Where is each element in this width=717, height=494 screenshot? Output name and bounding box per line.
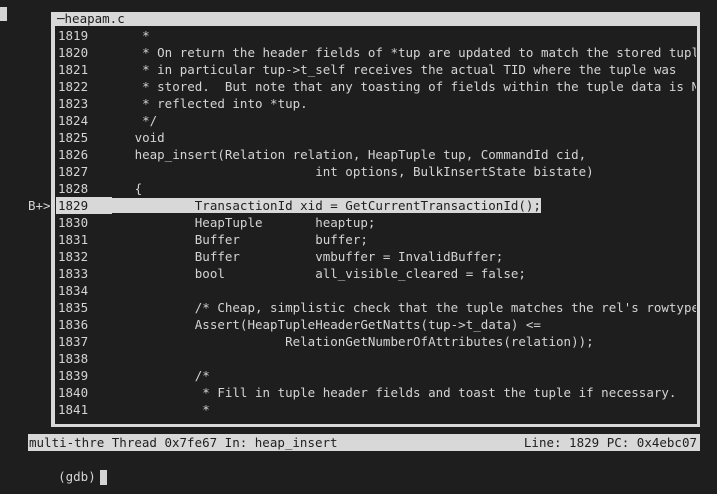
source-line[interactable]: 1819 * <box>56 27 696 44</box>
line-number: 1829 <box>56 197 112 214</box>
source-line[interactable]: 1822 * stored. But note that any toastin… <box>56 78 696 95</box>
line-code: * <box>112 28 150 43</box>
line-number: 1838 <box>58 351 89 366</box>
line-number: 1826 <box>58 147 89 162</box>
source-file-name: heapam.c <box>64 11 125 26</box>
source-line[interactable]: 1830 HeapTuple heaptup; <box>56 214 696 231</box>
line-number: 1823 <box>58 96 89 111</box>
source-line[interactable]: 1828 { <box>56 180 696 197</box>
line-number: 1820 <box>58 45 89 60</box>
line-code: * On return the header fields of *tup ar… <box>112 45 697 60</box>
line-number: 1831 <box>58 232 89 247</box>
line-number: 1824 <box>58 113 89 128</box>
line-number: 1821 <box>58 62 89 77</box>
line-number: 1836 <box>58 317 89 332</box>
line-number: 1828 <box>58 181 89 196</box>
source-line[interactable]: 1838 <box>56 350 696 367</box>
line-code: /* Cheap, simplistic check that the tupl… <box>112 300 697 315</box>
line-code: void <box>112 130 165 145</box>
source-line[interactable]: 1836 Assert(HeapTupleHeaderGetNatts(tup-… <box>56 316 696 333</box>
line-number: 1835 <box>58 300 89 315</box>
line-number: 1839 <box>58 368 89 383</box>
source-line[interactable]: 1823 * reflected into *tup. <box>56 95 696 112</box>
source-line[interactable]: 1837 RelationGetNumberOfAttributes(relat… <box>56 333 696 350</box>
line-code: Buffer buffer; <box>112 232 368 247</box>
source-window: ─heapam.c 1819 * 1820 * On return the hea… <box>51 12 700 427</box>
terminal: ─heapam.c 1819 * 1820 * On return the hea… <box>0 0 717 494</box>
line-code: heap_insert(Relation relation, HeapTuple… <box>112 147 587 162</box>
source-line[interactable]: 1824 */ <box>56 112 696 129</box>
line-number: 1833 <box>58 266 89 281</box>
title-rule: ─ <box>57 11 65 26</box>
line-code: HeapTuple heaptup; <box>112 215 376 230</box>
source-line[interactable]: 1833 bool all_visible_cleared = false; <box>56 265 696 282</box>
line-code: Assert(HeapTupleHeaderGetNatts(tup->t_da… <box>112 317 541 332</box>
gdb-command-line[interactable]: (gdb) <box>28 451 107 485</box>
line-code: * Fill in tuple header fields and toast … <box>112 385 677 400</box>
line-code: Buffer vmbuffer = InvalidBuffer; <box>112 249 504 264</box>
line-number: 1837 <box>58 334 89 349</box>
breakpoint-marker: B+> <box>28 198 51 213</box>
source-line[interactable]: 1829 TransactionId xid = GetCurrentTrans… <box>56 197 696 214</box>
line-code: * reflected into *tup. <box>112 96 308 111</box>
current-line-code: TransactionId xid = GetCurrentTransactio… <box>112 198 541 213</box>
input-cursor <box>99 470 107 485</box>
line-code: * in particular tup->t_self receives the… <box>112 62 677 77</box>
line-code: * <box>112 402 210 417</box>
source-code-pane[interactable]: 1819 * 1820 * On return the header fields… <box>55 26 697 424</box>
line-number: 1830 <box>58 215 89 230</box>
source-line[interactable]: 1827 int options, BulkInsertState bistat… <box>56 163 696 180</box>
line-code: { <box>112 181 143 196</box>
line-code: */ <box>112 113 158 128</box>
source-line[interactable]: 1826 heap_insert(Relation relation, Heap… <box>56 146 696 163</box>
status-thread-info: multi-thre Thread 0x7fe67 In: heap_inser… <box>29 435 338 450</box>
source-window-title: ─heapam.c <box>57 12 127 26</box>
source-line[interactable]: 1825 void <box>56 129 696 146</box>
line-number: 1841 <box>58 402 89 417</box>
line-code: * stored. But note that any toasting of … <box>112 79 697 94</box>
line-number: 1832 <box>58 249 89 264</box>
source-line[interactable]: 1835 /* Cheap, simplistic check that the… <box>56 299 696 316</box>
line-code: /* <box>112 368 210 383</box>
gdb-prompt: (gdb) <box>58 469 96 484</box>
line-number: 1822 <box>58 79 89 94</box>
line-number: 1819 <box>58 28 89 43</box>
source-line[interactable]: 1841 * <box>56 401 696 418</box>
line-number: 1825 <box>58 130 89 145</box>
source-line[interactable]: 1839 /* <box>56 367 696 384</box>
line-code: int options, BulkInsertState bistate) <box>112 164 594 179</box>
line-number: 1834 <box>58 283 89 298</box>
line-code: bool all_visible_cleared = false; <box>112 266 526 281</box>
status-bar: multi-thre Thread 0x7fe67 In: heap_inser… <box>28 434 700 451</box>
source-line[interactable]: 1832 Buffer vmbuffer = InvalidBuffer; <box>56 248 696 265</box>
source-line[interactable]: 1840 * Fill in tuple header fields and t… <box>56 384 696 401</box>
line-number: 1827 <box>58 164 89 179</box>
source-line[interactable]: 1834 <box>56 282 696 299</box>
source-line[interactable]: 1821 * in particular tup->t_self receive… <box>56 61 696 78</box>
line-code: RelationGetNumberOfAttributes(relation))… <box>112 334 594 349</box>
source-line[interactable]: 1820 * On return the header fields of *t… <box>56 44 696 61</box>
source-lines: 1819 * 1820 * On return the header fields… <box>56 27 696 418</box>
status-line-pc: Line: 1829 PC: 0x4ebc07 <box>523 435 697 450</box>
terminal-cursor-block <box>0 7 7 21</box>
line-number: 1840 <box>58 385 89 400</box>
source-line[interactable]: 1831 Buffer buffer; <box>56 231 696 248</box>
